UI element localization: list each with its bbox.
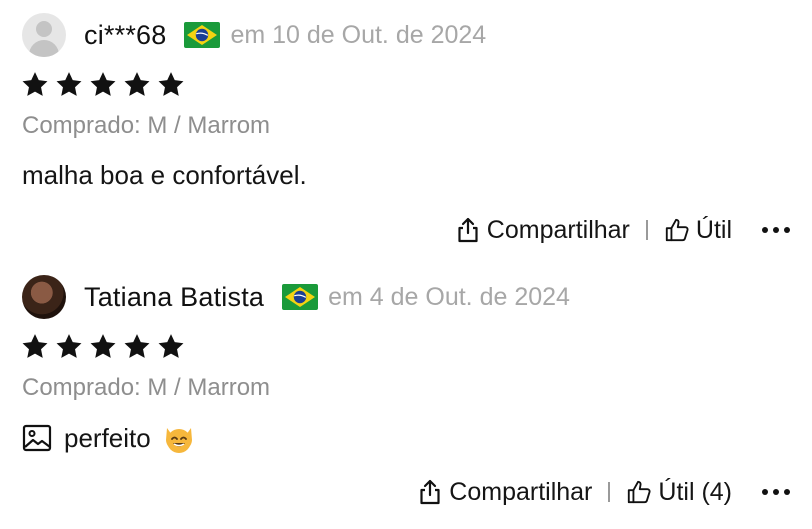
star-icon — [156, 332, 186, 361]
image-icon[interactable] — [22, 424, 52, 452]
action-divider — [608, 482, 611, 502]
action-divider — [645, 220, 648, 240]
share-label: Compartilhar — [486, 215, 630, 244]
star-icon — [122, 70, 152, 99]
smiling-cat-emoji-icon — [165, 428, 192, 453]
avatar[interactable] — [22, 275, 66, 319]
review-text-container: malha boa e confortável. — [22, 160, 307, 191]
thumbs-up-icon — [626, 478, 652, 506]
star-icon — [88, 70, 118, 99]
brazil-flag-icon — [184, 22, 220, 48]
share-button[interactable]: Compartilhar — [417, 478, 592, 507]
thumbs-up-icon — [664, 216, 690, 244]
more-icon[interactable] — [762, 227, 790, 233]
review-text: perfeito — [64, 422, 151, 453]
helpful-button[interactable]: Útil (4) — [626, 478, 732, 507]
reviewer-name[interactable]: ci***68 — [84, 20, 166, 51]
star-icon — [156, 70, 186, 99]
brazil-flag-icon — [282, 284, 318, 310]
share-icon — [455, 216, 481, 244]
star-rating — [20, 332, 186, 361]
helpful-label: Útil (4) — [658, 477, 732, 506]
share-label: Compartilhar — [449, 477, 593, 506]
purchased-variant: Comprado: M / Marrom — [22, 374, 271, 401]
review-date: em 4 de Out. de 2024 — [328, 282, 570, 311]
review-text-container: perfeito — [22, 422, 195, 454]
star-icon — [88, 332, 118, 361]
avatar-placeholder-icon[interactable] — [22, 13, 66, 57]
review-text: malha boa e confortável. — [22, 160, 307, 190]
purchased-variant: Comprado: M / Marrom — [22, 112, 271, 139]
star-icon — [20, 70, 50, 99]
more-icon[interactable] — [762, 489, 790, 495]
star-icon — [54, 70, 84, 99]
review-header: Tatiana Batista em 4 de Out. de 2024 — [22, 274, 570, 320]
review-date: em 10 de Out. de 2024 — [230, 20, 487, 49]
review-actions: Compartilhar Útil (4) — [417, 472, 790, 512]
star-icon — [54, 332, 84, 361]
star-rating — [20, 70, 186, 99]
helpful-label: Útil — [695, 215, 732, 244]
reviewer-name[interactable]: Tatiana Batista — [84, 282, 264, 313]
star-icon — [20, 332, 50, 361]
share-button[interactable]: Compartilhar — [455, 216, 630, 245]
star-icon — [122, 332, 152, 361]
review-actions: Compartilhar Útil — [455, 210, 790, 250]
helpful-button[interactable]: Útil — [664, 216, 732, 245]
review-header: ci***68 em 10 de Out. de 2024 — [22, 12, 486, 58]
share-icon — [417, 478, 443, 506]
